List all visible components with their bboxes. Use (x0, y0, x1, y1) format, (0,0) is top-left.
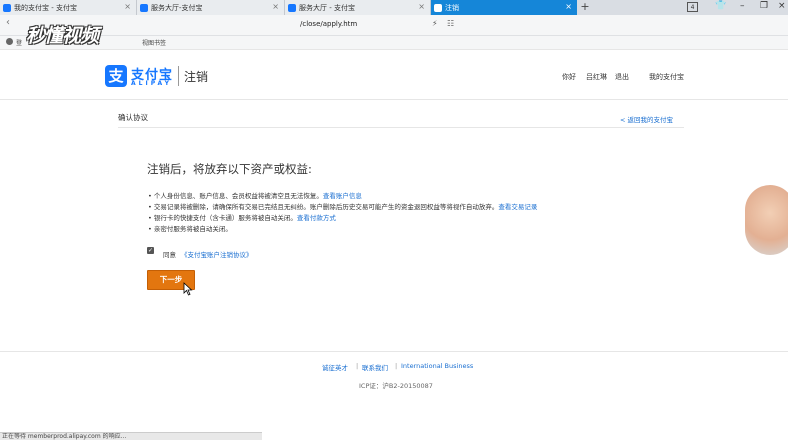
bookmark-bar (0, 36, 788, 50)
view-payment-methods-link[interactable]: 查看付款方式 (297, 214, 336, 222)
alipay-logo-icon[interactable]: 支 (105, 65, 127, 87)
alipay-favicon-icon (288, 3, 296, 12)
tab-cancel-account[interactable]: 注销 × (431, 0, 577, 15)
logout-link[interactable]: 退出 (615, 72, 629, 82)
apps-grid-icon[interactable]: ☷ (447, 19, 454, 28)
agreement-link[interactable]: 《支付宝账户注销协议》 (181, 249, 253, 259)
careers-link[interactable]: 诚征英才 (322, 362, 348, 372)
tab-title: 注销 (445, 3, 459, 12)
footer-divider (0, 351, 788, 352)
video-watermark: 秒懂视频 (26, 25, 99, 47)
tab-service-hall-2[interactable]: 服务大厅 - 支付宝 × (285, 0, 431, 15)
my-alipay-link[interactable]: 我的支付宝 (649, 72, 684, 82)
agree-checkbox[interactable]: ✓ (147, 247, 154, 254)
page-title: 注销 (184, 70, 209, 84)
international-business-link[interactable]: International Business (401, 362, 473, 370)
skin-icon[interactable]: 👕 (715, 1, 726, 11)
list-item: • 银行卡的快捷支付（含卡通）服务将被自动关闭。查看付款方式 (148, 212, 336, 222)
header-divider (0, 99, 788, 100)
back-to-my-alipay-link[interactable]: < 返回我的支付宝 (620, 114, 673, 124)
footer-separator: | (356, 362, 359, 370)
section-divider (118, 127, 684, 128)
tab-count-badge[interactable]: 4 (687, 2, 698, 12)
mouse-cursor-icon (183, 282, 193, 296)
tab-service-hall[interactable]: 服务大厅-支付宝 × (137, 0, 285, 15)
agree-label: 同意 (163, 251, 176, 259)
view-account-info-link[interactable]: 查看账户信息 (323, 192, 362, 200)
alipay-favicon-icon (434, 3, 442, 12)
bookmark-login[interactable]: 登 (16, 38, 22, 47)
username-link[interactable]: 吕红琳 (586, 72, 607, 82)
tab-title: 我的支付宝 - 支付宝 (14, 3, 77, 12)
lightning-icon[interactable]: ⚡ (432, 19, 438, 28)
back-arrow-icon[interactable]: ‹ (6, 17, 10, 28)
close-icon[interactable]: × (124, 2, 131, 11)
list-item-text: • 个人身份信息、账户信息、会员权益将被清空且无法恢复。 (148, 192, 323, 200)
alipay-favicon-icon (3, 3, 11, 12)
close-icon[interactable]: × (272, 2, 279, 11)
floating-avatar[interactable] (745, 185, 788, 255)
bookmark-item[interactable]: 视图书签 (142, 38, 166, 47)
list-item: • 亲密付服务将被自动关闭。 (148, 223, 232, 233)
window-close-icon[interactable]: × (778, 1, 786, 11)
minimize-icon[interactable]: – (740, 1, 745, 11)
logo-divider (178, 66, 179, 86)
footer-separator: | (395, 362, 398, 370)
url-field[interactable]: /close/apply.htm (300, 20, 357, 28)
new-tab-button[interactable]: + (577, 0, 593, 15)
icp-license: ICP证：沪B2-20150087 (359, 382, 433, 390)
list-item: • 交易记录将被删除，请确保所有交易已完结且无纠纷。账户删除后历史交易可能产生的… (148, 201, 537, 211)
status-bar: 正在等待 memberprod.alipay.com 的响应... (0, 432, 262, 440)
list-item: • 个人身份信息、账户信息、会员权益将被清空且无法恢复。查看账户信息 (148, 190, 362, 200)
close-icon[interactable]: × (565, 2, 572, 11)
alipay-favicon-icon (140, 3, 148, 12)
greeting-text: 你好 (562, 73, 576, 81)
address-bar (0, 15, 788, 36)
main-heading: 注销后，将放弃以下资产或权益: (147, 162, 312, 176)
tab-my-alipay[interactable]: 我的支付宝 - 支付宝 × (0, 0, 137, 15)
list-item-text: • 亲密付服务将被自动关闭。 (148, 225, 232, 233)
tab-title: 服务大厅-支付宝 (151, 3, 203, 12)
section-title: 确认协议 (118, 113, 148, 122)
restore-icon[interactable]: ❐ (760, 1, 768, 11)
list-item-text: • 交易记录将被删除，请确保所有交易已完结且无纠纷。账户删除后历史交易可能产生的… (148, 203, 499, 211)
close-icon[interactable]: × (418, 2, 425, 11)
logo-subtext: ALIPAY (131, 80, 172, 87)
list-item-text: • 银行卡的快捷支付（含卡通）服务将被自动关闭。 (148, 214, 297, 222)
user-icon[interactable] (6, 38, 13, 45)
view-transactions-link[interactable]: 查看交易记录 (498, 203, 537, 211)
contact-us-link[interactable]: 联系我们 (362, 362, 388, 372)
tab-title: 服务大厅 - 支付宝 (299, 3, 355, 12)
